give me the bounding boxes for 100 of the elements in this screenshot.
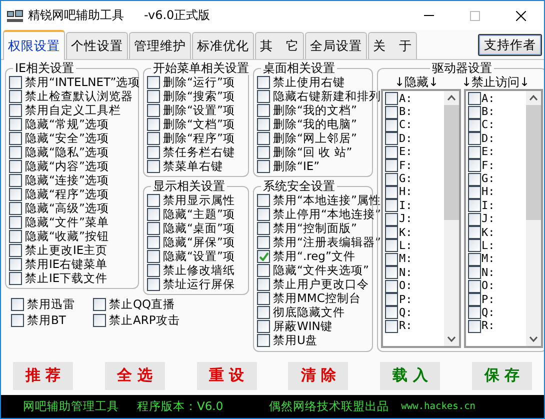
checkbox[interactable]	[147, 76, 160, 88]
action-button[interactable]: 清 除	[288, 362, 348, 390]
checkbox[interactable]	[468, 320, 480, 333]
checkbox[interactable]	[468, 252, 480, 266]
checkbox[interactable]	[9, 160, 22, 172]
checkbox[interactable]	[9, 174, 22, 186]
checkbox[interactable]	[147, 222, 160, 234]
checkbox[interactable]	[93, 298, 106, 310]
checkbox[interactable]	[147, 160, 160, 172]
checkbox[interactable]	[468, 132, 480, 146]
checkbox[interactable]	[257, 146, 270, 158]
checkbox[interactable]	[385, 320, 398, 333]
checkbox[interactable]	[147, 132, 160, 144]
checkbox[interactable]	[9, 244, 22, 256]
checkbox[interactable]	[257, 320, 270, 332]
tab[interactable]: 权限设置	[3, 30, 65, 60]
scrollbar[interactable]	[444, 91, 458, 346]
checkbox[interactable]	[257, 104, 270, 116]
checkbox[interactable]	[147, 250, 160, 262]
action-button[interactable]: 推 荐	[13, 362, 73, 390]
checkbox[interactable]	[468, 172, 480, 186]
checkbox[interactable]	[468, 199, 480, 212]
action-button[interactable]: 重 设	[196, 362, 257, 390]
checkbox[interactable]	[147, 236, 160, 248]
checkbox[interactable]	[468, 106, 480, 119]
checkbox[interactable]	[468, 306, 480, 320]
checkbox[interactable]	[468, 92, 480, 106]
checkbox[interactable]	[9, 76, 22, 88]
checkbox[interactable]	[257, 264, 270, 276]
checkbox[interactable]	[9, 258, 22, 270]
checkbox[interactable]	[385, 172, 398, 186]
checkbox[interactable]	[9, 188, 22, 200]
checkbox[interactable]	[147, 194, 160, 206]
checkbox[interactable]	[385, 266, 398, 280]
tab[interactable]: 全局设置	[305, 32, 367, 59]
action-button[interactable]: 全 选	[104, 362, 165, 390]
checkbox[interactable]	[9, 216, 22, 228]
checkbox[interactable]	[9, 230, 22, 242]
checkbox[interactable]	[257, 278, 270, 290]
checkbox[interactable]	[257, 118, 270, 130]
checkbox[interactable]	[468, 212, 480, 226]
checkbox[interactable]	[468, 293, 480, 306]
checkbox[interactable]	[468, 118, 480, 132]
checkbox[interactable]	[385, 280, 398, 293]
checkbox[interactable]	[9, 118, 22, 130]
checkbox[interactable]	[11, 314, 24, 326]
checkbox[interactable]	[257, 306, 270, 318]
checkbox[interactable]	[11, 298, 24, 310]
checkbox[interactable]	[257, 90, 270, 102]
checkbox[interactable]	[468, 146, 480, 159]
checkbox[interactable]	[385, 92, 398, 106]
checkbox[interactable]	[9, 272, 22, 284]
checkbox[interactable]	[385, 132, 398, 146]
checkbox[interactable]	[257, 236, 270, 248]
checkbox[interactable]	[468, 159, 480, 172]
checkbox[interactable]	[385, 212, 398, 226]
checkbox[interactable]	[385, 146, 398, 159]
tab[interactable]: 关 于	[368, 32, 417, 59]
checkbox[interactable]	[257, 194, 270, 206]
checkbox[interactable]	[257, 160, 270, 172]
checkbox[interactable]	[385, 226, 398, 240]
checkbox[interactable]	[385, 199, 398, 212]
checkbox[interactable]	[468, 226, 480, 240]
action-button[interactable]: 载 入	[380, 362, 440, 390]
checkbox[interactable]	[257, 132, 270, 144]
checkbox[interactable]	[147, 264, 160, 276]
checkbox[interactable]	[257, 250, 270, 262]
checkbox[interactable]	[257, 208, 270, 220]
checkbox[interactable]	[385, 239, 398, 252]
checkbox[interactable]	[385, 293, 398, 306]
checkbox[interactable]	[147, 104, 160, 116]
checkbox[interactable]	[147, 90, 160, 102]
checkbox[interactable]	[9, 104, 22, 116]
checkbox[interactable]	[93, 314, 106, 326]
checkbox[interactable]	[468, 186, 480, 199]
checkbox[interactable]	[257, 222, 270, 234]
checkbox[interactable]	[147, 146, 160, 158]
checkbox[interactable]	[468, 266, 480, 280]
tab[interactable]: 其 它	[255, 32, 304, 59]
checkbox[interactable]	[147, 118, 160, 130]
tab[interactable]: 标准优化	[192, 32, 254, 59]
checkbox[interactable]	[468, 280, 480, 293]
checkbox[interactable]	[257, 292, 270, 304]
checkbox[interactable]	[9, 90, 22, 102]
checkbox[interactable]	[9, 146, 22, 158]
checkbox[interactable]	[9, 202, 22, 214]
checkbox[interactable]	[468, 239, 480, 252]
checkbox[interactable]	[385, 186, 398, 199]
action-button[interactable]: 保 存	[472, 362, 532, 390]
tab[interactable]: 管理维护	[129, 32, 191, 59]
checkbox[interactable]	[385, 252, 398, 266]
checkbox[interactable]	[385, 306, 398, 320]
checkbox[interactable]	[385, 106, 398, 119]
checkbox[interactable]	[385, 118, 398, 132]
checkbox[interactable]	[9, 132, 22, 144]
checkbox[interactable]	[257, 76, 270, 88]
checkbox[interactable]	[147, 208, 160, 220]
tab[interactable]: 个性设置	[66, 32, 128, 59]
checkbox[interactable]	[147, 278, 160, 290]
checkbox[interactable]	[385, 159, 398, 172]
